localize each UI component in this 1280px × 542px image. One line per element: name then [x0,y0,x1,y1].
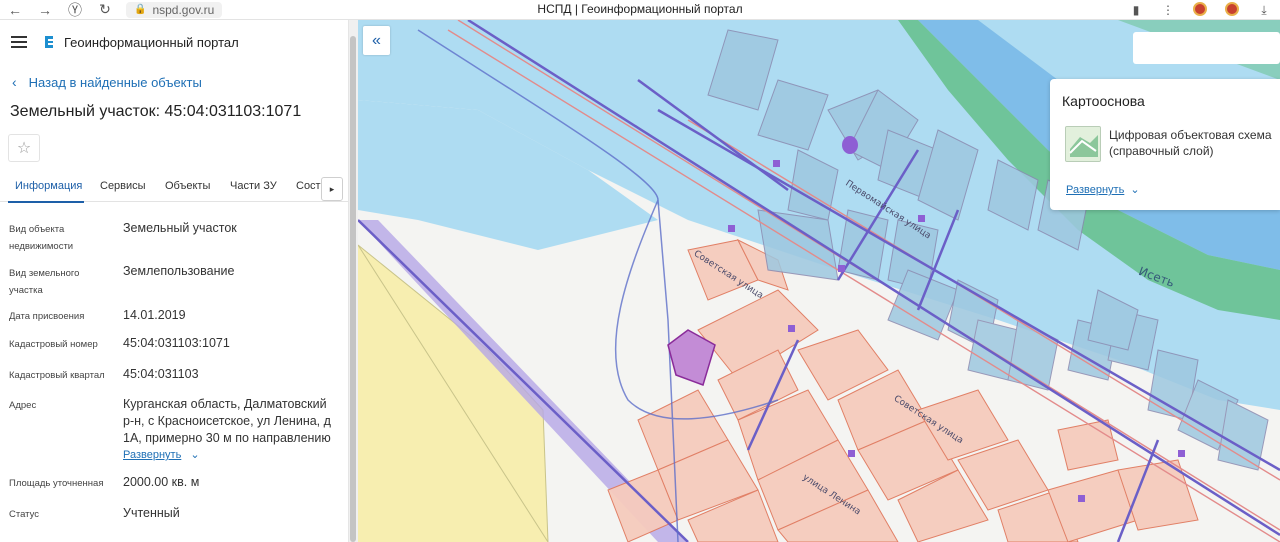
field-value: 14.01.2019 [123,308,186,322]
field-value: 45:04:031103:1071 [123,336,230,350]
field-value: Учтенный [123,506,180,520]
tab-info[interactable]: Информация [15,180,82,192]
tabs-scroll-button[interactable]: ▸ [321,177,343,201]
tab-parts[interactable]: Части ЗУ [230,180,277,192]
field-value: Курганская область, Далматовский р-н, с … [123,397,331,445]
double-chevron-left-icon: « [372,31,381,49]
tab-services[interactable]: Сервисы [100,180,146,192]
object-title: Земельный участок: 45:04:031103:1071 [10,103,302,120]
extension-icon-2[interactable] [1216,1,1248,19]
yandex-icon[interactable]: Ⓨ [60,0,90,20]
more-icon[interactable]: ⋮ [1152,3,1184,17]
star-icon: ☆ [16,140,32,157]
field-label: Дата присвоения [9,311,85,322]
chevron-left-icon: ‹ [12,74,17,90]
chevron-right-icon: ▸ [329,183,335,194]
extension-icon[interactable] [1184,1,1216,19]
chevron-down-icon: ⌄ [1130,184,1140,196]
address-expand-link[interactable]: Развернуть ⌄ [123,447,200,464]
layer-name[interactable]: Цифровая объектовая схема (справочный сл… [1109,127,1280,159]
field-label: Площадь уточненная [9,478,104,489]
expand-label: Развернуть [123,449,182,461]
tab-objects[interactable]: Объекты [165,180,210,192]
map-thumbnail-icon [1066,127,1100,161]
url-text: nspd.gov.ru [152,2,215,17]
field-label: Адрес [9,400,37,411]
app-header: Геоинформационный портал [0,20,348,64]
basemap-panel: Картооснова Цифровая объектовая схема (с… [1050,79,1280,210]
field-label: Кадастровый номер [9,339,98,350]
basemap-expand-link[interactable]: Развернуть ⌄ [1066,183,1140,196]
field-value: 2000.00 кв. м [123,475,200,489]
lock-icon: 🔒 [134,4,147,15]
app-title: Геоинформационный портал [64,34,239,50]
field-value: 45:04:031103 [123,367,199,381]
browser-toolbar: ← → Ⓨ ↻ 🔒 nspd.gov.ru НСПД | Геоинформац… [0,0,1280,20]
panel-scrollbar-thumb[interactable] [350,36,356,542]
chevron-down-icon: ⌄ [190,449,200,461]
bookmark-icon[interactable]: ▮ [1120,3,1152,17]
address-bar[interactable]: 🔒 nspd.gov.ru [126,1,223,18]
back-label: Назад в найденные объекты [28,74,202,90]
portal-logo-icon [45,36,53,48]
back-arrow-icon[interactable]: ← [0,0,30,20]
tab-bar: Информация Сервисы Объекты Части ЗУ Сост… [0,176,348,203]
forward-arrow-icon[interactable]: → [30,0,60,20]
basemap-title: Картооснова [1062,93,1145,109]
field-label: Кадастровый квартал [9,370,105,381]
field-label: Вид объекта недвижимости [9,224,74,252]
back-to-results-link[interactable]: ‹ Назад в найденные объекты [12,74,202,90]
download-icon[interactable]: ⤓ [1248,3,1280,18]
map-search-input[interactable] [1133,32,1280,64]
field-label: Статус [9,509,40,520]
field-value: Земельный участок [123,221,237,235]
active-tab-indicator [8,201,84,203]
menu-icon[interactable] [11,36,27,48]
object-info-panel: Геоинформационный портал ‹ Назад в найде… [0,20,348,542]
layer-thumbnail[interactable] [1065,126,1101,162]
favorite-star-button[interactable]: ☆ [8,134,40,162]
field-label: Вид земельного участка [9,268,80,296]
field-value: Землепользование [123,264,235,278]
expand-label: Развернуть [1066,184,1125,196]
collapse-panel-button[interactable]: « [363,26,390,55]
reload-icon[interactable]: ↻ [90,0,120,20]
